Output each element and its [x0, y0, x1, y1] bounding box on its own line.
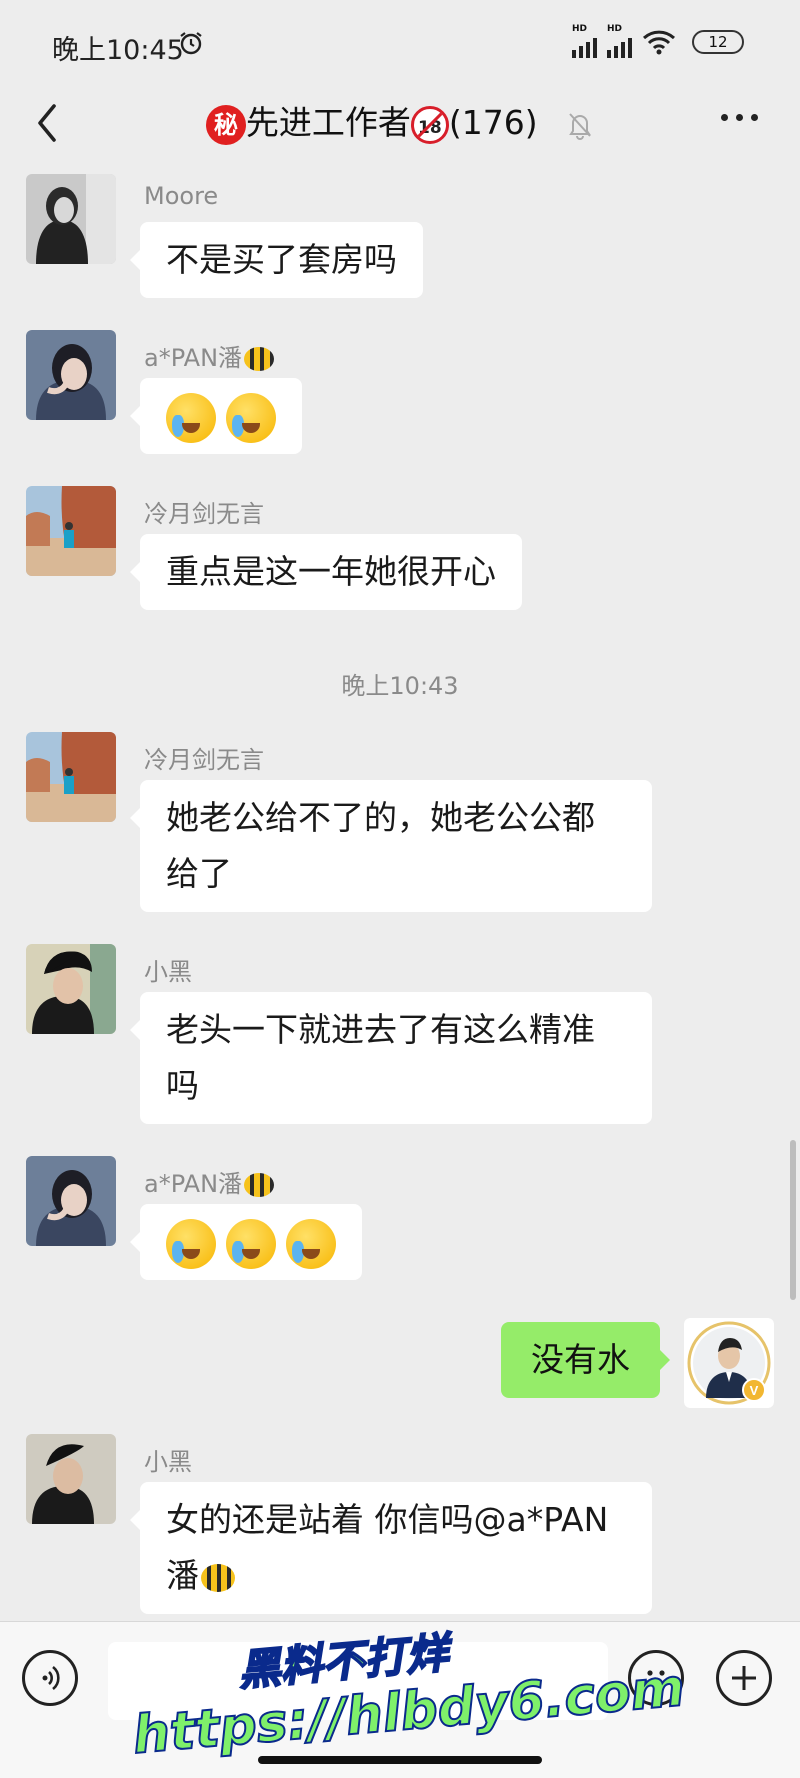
sender-name: Moore	[144, 182, 219, 210]
facepalm-cry-emoji-icon	[226, 1218, 276, 1269]
message-text: 不是买了套房吗	[166, 240, 397, 279]
chat-header: 秘先进工作者 18 (176)	[0, 88, 800, 166]
alarm-icon	[180, 32, 202, 55]
battery-indicator: 12	[692, 30, 744, 54]
voice-icon	[42, 1665, 60, 1691]
message-bubble-self[interactable]: 没有水	[501, 1322, 670, 1398]
avatar[interactable]	[26, 1434, 116, 1524]
more-functions-button[interactable]	[716, 1650, 772, 1706]
facepalm-cry-emoji-icon	[286, 1218, 336, 1269]
age-18-icon: 18	[410, 105, 449, 144]
message-text: 她老公给不了的，她老公公都	[166, 798, 595, 837]
avatar[interactable]: V	[684, 1318, 774, 1408]
chat-message-list[interactable]: Moore 不是买了套房吗 a*PAN潘 冷月剑无言 重点是这一年她很开心 晚上…	[0, 166, 800, 1621]
message-bubble[interactable]: 女的还是站着 你信吗@a*PAN 潘	[130, 1482, 652, 1614]
message-text: 女的还是站着 你信吗@a*PAN	[166, 1500, 609, 1539]
message-bubble[interactable]: 老头一下就进去了有这么精准 吗	[130, 992, 652, 1124]
message-text: 老头一下就进去了有这么精准	[166, 1010, 595, 1049]
signal-icon-2: HD	[607, 24, 632, 58]
sender-name: a*PAN潘	[144, 338, 275, 373]
secret-badge-icon: 秘	[205, 104, 246, 145]
wifi-icon	[642, 30, 676, 55]
sender-name: a*PAN潘	[144, 1164, 275, 1199]
bee-emoji-icon	[244, 347, 275, 371]
facepalm-cry-emoji-icon	[166, 392, 216, 443]
plus-icon	[732, 1666, 756, 1690]
chat-title: 秘先进工作者 18 (176)	[0, 96, 800, 145]
voice-input-button[interactable]	[22, 1650, 78, 1706]
message-text: 没有水	[531, 1340, 630, 1379]
message-bubble[interactable]: 重点是这一年她很开心	[130, 534, 522, 610]
facepalm-cry-emoji-icon	[166, 1218, 216, 1269]
status-bar: 晚上10:45 HD HD 12	[0, 0, 800, 88]
chat-scrollbar[interactable]	[790, 1140, 796, 1300]
message-bubble[interactable]	[130, 1204, 362, 1280]
message-bubble[interactable]	[130, 378, 302, 454]
signal-icon: HD	[572, 24, 597, 58]
message-text: 潘	[166, 1548, 626, 1604]
message-text: 给了	[166, 854, 232, 893]
sender-name: 小黑	[144, 958, 192, 986]
message-timestamp: 晚上10:43	[341, 672, 459, 700]
facepalm-cry-emoji-icon	[226, 392, 276, 443]
more-options-icon[interactable]	[721, 114, 758, 121]
group-name: 先进工作者	[245, 103, 411, 142]
message-bubble[interactable]: 她老公给不了的，她老公公都 给了	[130, 780, 652, 912]
status-time: 晚上10:45	[52, 35, 184, 66]
avatar[interactable]	[26, 944, 116, 1034]
sender-name: 冷月剑无言	[144, 500, 264, 528]
member-count: (176)	[448, 103, 538, 142]
sender-name: 小黑	[144, 1448, 192, 1476]
avatar-image: V	[684, 1318, 774, 1408]
message-text: 重点是这一年她很开心	[166, 552, 496, 591]
message-text: 吗	[166, 1066, 199, 1105]
bee-emoji-icon	[244, 1173, 275, 1197]
verified-badge-icon: V	[750, 1383, 759, 1398]
avatar[interactable]	[26, 174, 116, 264]
mute-bell-icon	[569, 112, 591, 140]
avatar[interactable]	[26, 486, 116, 576]
status-icons: HD HD 12	[572, 24, 744, 58]
avatar[interactable]	[26, 330, 116, 420]
bee-emoji-icon	[201, 1563, 235, 1592]
message-bubble[interactable]: 不是买了套房吗	[130, 222, 423, 298]
home-indicator[interactable]	[258, 1756, 542, 1764]
avatar[interactable]	[26, 732, 116, 822]
avatar[interactable]	[26, 1156, 116, 1246]
sender-name: 冷月剑无言	[144, 746, 264, 774]
message-item-self: V 没有水	[374, 1318, 774, 1418]
